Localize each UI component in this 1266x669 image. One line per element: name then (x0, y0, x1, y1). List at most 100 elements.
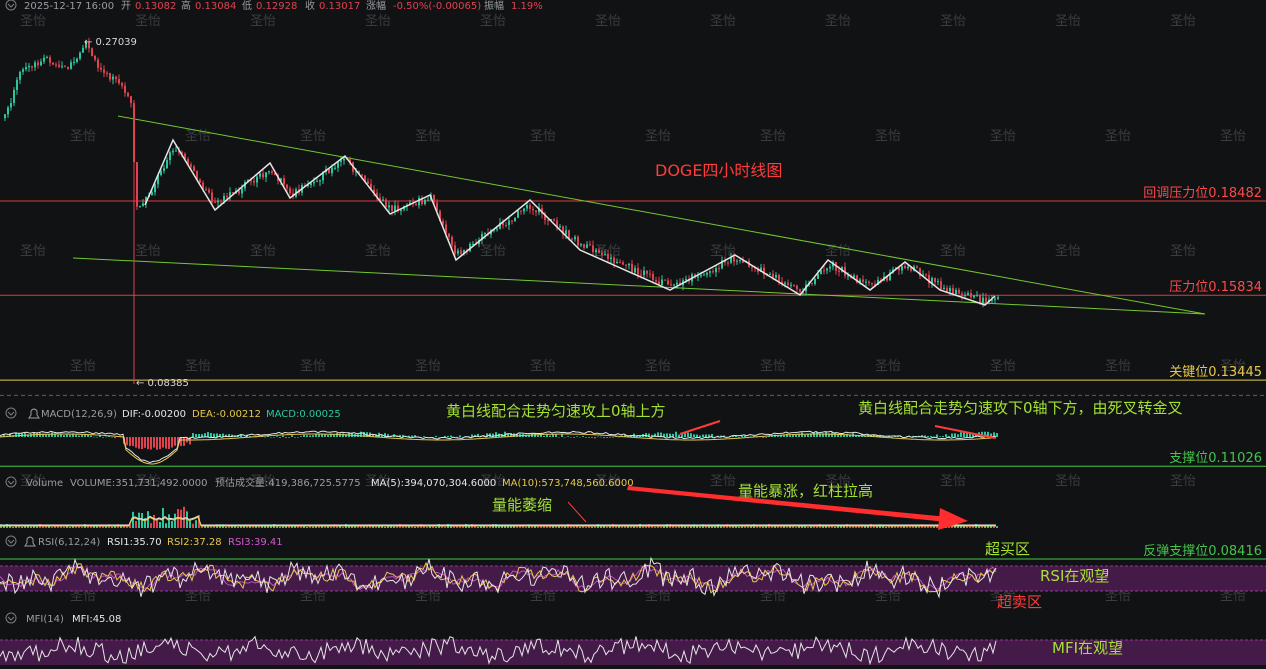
candle-body (532, 208, 534, 211)
candle-body (685, 278, 687, 281)
macd-dif: DIF:-0.00200 (122, 409, 186, 420)
rsi-collapse-icon[interactable] (5, 535, 17, 547)
macd-bar (135, 437, 137, 448)
candle-body (457, 250, 459, 254)
watermark-text: 圣怡 (135, 14, 161, 29)
volume-bar (174, 513, 176, 528)
volume-bar (12, 526, 14, 528)
macd-bar (804, 434, 806, 437)
candle-body (382, 199, 384, 201)
candle-body (613, 257, 615, 264)
candle-body (715, 268, 717, 273)
macd-bar (597, 436, 599, 438)
macd-bar (57, 434, 59, 437)
header-high-label: 高 (181, 0, 191, 12)
volume-bar (699, 526, 701, 528)
candle-body (319, 180, 321, 182)
macd-bar (594, 437, 596, 439)
candle-body (58, 64, 60, 67)
candle-body (511, 220, 513, 222)
candle-body (964, 295, 966, 297)
macd-bar (846, 433, 848, 437)
candle-body (787, 282, 789, 285)
header-amplitude-label: 振幅 (484, 0, 504, 12)
watermark-text: 圣怡 (825, 244, 851, 259)
volume-ma10: MA(10):573,748,560.6000 (502, 478, 634, 489)
volume-shrink-pointer (567, 501, 587, 523)
volume-note-surge: 量能暴涨，红柱拉高 (738, 482, 873, 500)
candle-body (667, 280, 669, 285)
candle-body (361, 174, 363, 176)
macd-bar (48, 434, 50, 437)
candle-body (160, 170, 162, 175)
watermark-text: 圣怡 (990, 129, 1016, 144)
candle-body (265, 172, 267, 178)
volume-bar (690, 526, 692, 528)
macd-bar (678, 434, 680, 437)
candle-body (559, 226, 561, 228)
candle-body (619, 261, 621, 263)
volume-bar (426, 526, 428, 528)
macd-bar (327, 435, 329, 437)
candle-body (127, 92, 129, 97)
volume-collapse-icon[interactable] (5, 476, 17, 488)
candle-body (718, 268, 720, 270)
macd-bar (435, 435, 437, 437)
candle-body (193, 166, 195, 172)
volume-bar (444, 526, 446, 528)
candle-body (520, 210, 522, 212)
volume-bar (477, 526, 479, 528)
watermark-text: 圣怡 (875, 129, 901, 144)
macd-bar (588, 437, 590, 438)
volume-bar (312, 526, 314, 528)
candle-body (34, 62, 36, 68)
macd-bar (207, 432, 209, 437)
watermark-text: 圣怡 (480, 14, 506, 29)
candle-body (268, 171, 270, 173)
mfi-collapse-icon[interactable] (5, 612, 17, 624)
header-close: 0.13017 (319, 1, 360, 12)
macd-bar (564, 437, 566, 438)
watermark-text: 圣怡 (480, 244, 506, 259)
macd-bar (318, 434, 320, 437)
candle-body (775, 275, 777, 278)
candle-body (55, 64, 57, 66)
candle-body (316, 181, 318, 183)
candle-body (37, 62, 39, 66)
macd-bar (927, 436, 929, 437)
candle-body (136, 162, 138, 207)
macd-collapse-icon[interactable] (5, 407, 17, 419)
volume-bar (201, 526, 203, 528)
macd-arrow-left (679, 420, 721, 435)
macd-bar (276, 436, 278, 437)
candle-body (625, 264, 627, 266)
watermark-text: 圣怡 (990, 359, 1016, 374)
candle-body (331, 167, 333, 174)
volume-bar (792, 526, 794, 528)
alarm-bell-icon[interactable] (28, 408, 40, 419)
candle-body (829, 266, 831, 269)
macd-dea: DEA:-0.00212 (192, 409, 261, 420)
macd-bar (96, 436, 98, 438)
volume-bar (57, 526, 59, 528)
candle-body (508, 220, 510, 226)
macd-bar (570, 437, 572, 438)
volume-value: VOLUME:351,731,492.0000 (70, 478, 208, 489)
candle-body (583, 244, 585, 248)
watermark-text: 圣怡 (595, 14, 621, 29)
macd-bar (168, 437, 170, 449)
macd-bar (339, 433, 341, 437)
chart-root: 圣怡 圣怡 圣怡 圣怡 圣怡 圣怡 圣怡 圣怡 圣怡 圣怡 圣怡 圣怡 圣怡 圣怡 圣怡 圣怡 圣怡 圣怡 圣怡 圣怡… (0, 0, 1266, 666)
macd-bar (666, 433, 668, 437)
candle-body (484, 233, 486, 235)
rsi-alarm-bell-icon[interactable] (24, 536, 36, 547)
collapse-chevron-icon[interactable] (5, 0, 17, 11)
rsi-1: RSI1:35.70 (107, 537, 162, 548)
candle-body (946, 287, 948, 292)
candle-body (514, 217, 516, 222)
watermark-text: 圣怡 (1170, 244, 1196, 259)
volume-bar (579, 526, 581, 528)
macd-bar (183, 437, 185, 446)
volume-bar (123, 526, 125, 528)
candle-body (259, 173, 261, 177)
